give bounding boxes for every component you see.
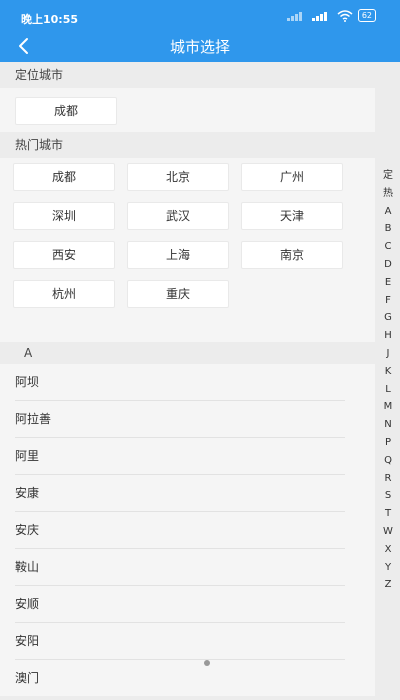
scroll-indicator bbox=[204, 660, 210, 666]
location-section-label: 定位城市 bbox=[0, 62, 375, 88]
signal-icon bbox=[286, 11, 307, 21]
hot-city-button[interactable]: 天津 bbox=[241, 202, 343, 230]
index-letter[interactable]: J bbox=[387, 345, 390, 363]
alphabet-index-bar[interactable]: 定热ABCDEFGHJKLMNPQRSTWXYZ bbox=[376, 167, 400, 594]
list-item[interactable]: 澳门 bbox=[15, 660, 345, 696]
letter-header-b: B bbox=[0, 696, 375, 700]
hot-city-button[interactable]: 重庆 bbox=[127, 280, 229, 308]
index-letter[interactable]: X bbox=[385, 541, 392, 559]
index-letter[interactable]: G bbox=[384, 309, 392, 327]
index-letter[interactable]: R bbox=[385, 470, 392, 488]
index-letter[interactable]: H bbox=[384, 327, 392, 345]
hot-city-button[interactable]: 武汉 bbox=[127, 202, 229, 230]
hot-city-button[interactable]: 成都 bbox=[13, 163, 115, 191]
index-letter[interactable]: D bbox=[384, 256, 392, 274]
page-title: 城市选择 bbox=[169, 38, 230, 56]
index-letter[interactable]: S bbox=[385, 487, 391, 505]
list-item[interactable]: 安庆 bbox=[15, 512, 345, 549]
index-letter[interactable]: Z bbox=[385, 576, 392, 594]
hot-section-label: 热门城市 bbox=[0, 132, 375, 158]
location-section: 成都 bbox=[0, 88, 375, 132]
index-letter[interactable]: B bbox=[385, 220, 392, 238]
index-letter[interactable]: Y bbox=[385, 559, 391, 577]
wifi-icon bbox=[337, 9, 353, 22]
letter-header-a: A bbox=[0, 342, 375, 364]
index-letter[interactable]: N bbox=[384, 416, 391, 434]
status-bar: 晚上10:55 62 bbox=[0, 0, 400, 32]
index-letter[interactable]: P bbox=[385, 434, 391, 452]
hot-city-button[interactable]: 北京 bbox=[127, 163, 229, 191]
index-letter[interactable]: F bbox=[385, 292, 391, 310]
list-item[interactable]: 阿拉善 bbox=[15, 401, 345, 438]
list-item[interactable]: 鞍山 bbox=[15, 549, 345, 586]
index-letter[interactable]: 热 bbox=[383, 185, 393, 203]
city-list[interactable]: 定位城市 成都 热门城市 成都 北京 广州 深圳 武汉 天津 西安 上海 南京 … bbox=[0, 62, 375, 700]
index-letter[interactable]: Q bbox=[384, 452, 392, 470]
hot-city-button[interactable]: 西安 bbox=[13, 241, 115, 269]
index-letter[interactable]: L bbox=[385, 381, 391, 399]
app-header: 晚上10:55 62 城市选择 bbox=[0, 0, 400, 62]
list-item[interactable]: 安康 bbox=[15, 475, 345, 512]
index-letter[interactable]: W bbox=[383, 523, 393, 541]
signal-icon-2 bbox=[311, 11, 332, 21]
hot-cities-grid: 成都 北京 广州 深圳 武汉 天津 西安 上海 南京 杭州 重庆 bbox=[0, 158, 375, 342]
hot-city-button[interactable]: 上海 bbox=[127, 241, 229, 269]
index-letter[interactable]: M bbox=[384, 398, 393, 416]
index-letter[interactable]: 定 bbox=[383, 167, 393, 185]
index-letter[interactable]: E bbox=[385, 274, 391, 292]
index-letter[interactable]: A bbox=[385, 203, 392, 221]
location-city-button[interactable]: 成都 bbox=[15, 97, 117, 125]
index-letter[interactable]: C bbox=[385, 238, 392, 256]
hot-city-button[interactable]: 南京 bbox=[241, 241, 343, 269]
list-item[interactable]: 安阳 bbox=[15, 623, 345, 660]
battery-icon: 62 bbox=[357, 9, 376, 22]
index-letter[interactable]: T bbox=[385, 505, 391, 523]
list-item[interactable]: 阿坝 bbox=[15, 364, 345, 401]
hot-city-button[interactable]: 杭州 bbox=[13, 280, 115, 308]
system-icons: 62 bbox=[286, 9, 376, 22]
index-letter[interactable]: K bbox=[385, 363, 392, 381]
status-time: 晚上10:55 bbox=[21, 13, 79, 26]
hot-city-button[interactable]: 广州 bbox=[241, 163, 343, 191]
hot-city-button[interactable]: 深圳 bbox=[13, 202, 115, 230]
list-item[interactable]: 阿里 bbox=[15, 438, 345, 475]
list-item[interactable]: 安顺 bbox=[15, 586, 345, 623]
